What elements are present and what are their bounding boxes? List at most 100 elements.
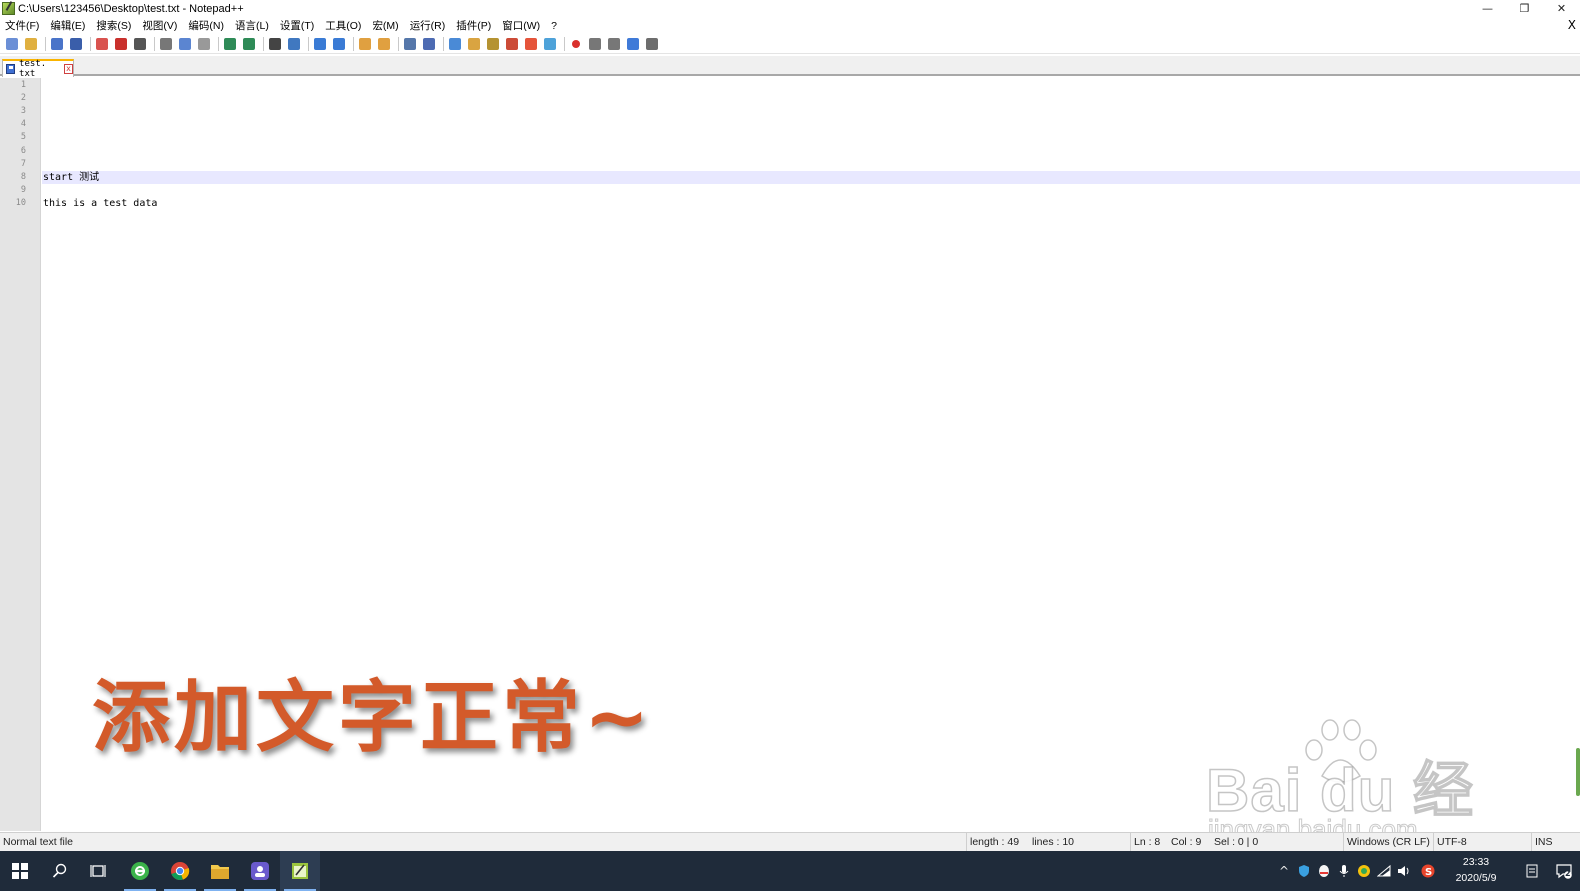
menu-help[interactable]: ? — [546, 20, 563, 32]
copy-icon — [179, 37, 191, 50]
minimize-button[interactable]: — — [1469, 0, 1506, 17]
menu-language[interactable]: 语言(L) — [230, 18, 275, 33]
indent-guide-icon — [449, 37, 461, 50]
indent-guide-button[interactable] — [447, 36, 463, 52]
monitor-button[interactable] — [542, 36, 558, 52]
taskbar-app-file-explorer[interactable] — [200, 851, 240, 891]
network-wifi-icon[interactable] — [1376, 863, 1392, 879]
code-line[interactable] — [42, 131, 1580, 144]
code-line[interactable] — [42, 79, 1580, 92]
window-controls: — ❐ ✕ — [1469, 0, 1580, 17]
save-button[interactable] — [49, 36, 65, 52]
undo-button[interactable] — [222, 36, 238, 52]
microphone-icon[interactable] — [1336, 863, 1352, 879]
zoom-in-button[interactable] — [312, 36, 328, 52]
scroll-indicator[interactable] — [1576, 748, 1580, 796]
notepad-plus-plus-icon — [2, 2, 15, 15]
new-file-button[interactable] — [4, 36, 20, 52]
green-app-tray-icon[interactable] — [1356, 863, 1372, 879]
taskbar-app-chrome[interactable] — [160, 851, 200, 891]
word-wrap-button[interactable] — [402, 36, 418, 52]
zoom-in-icon — [314, 37, 326, 50]
tab-bar: test. txt x — [0, 56, 1580, 79]
notification-center-icon[interactable]: 2 — [1556, 863, 1572, 879]
menu-view[interactable]: 视图(V) — [137, 18, 183, 33]
code-line[interactable]: this is a test data — [42, 197, 1580, 210]
tab-close-icon[interactable]: x — [63, 64, 74, 74]
find-button[interactable] — [267, 36, 283, 52]
menu-macro[interactable]: 宏(M) — [367, 18, 404, 33]
tab-test-txt[interactable]: test. txt x — [2, 59, 74, 79]
show-all-chars-button[interactable] — [421, 36, 437, 52]
menu-window[interactable]: 窗口(W) — [497, 18, 546, 33]
record-macro-button[interactable] — [568, 36, 584, 52]
menu-settings[interactable]: 设置(T) — [275, 18, 320, 33]
code-line[interactable] — [42, 158, 1580, 171]
menu-run[interactable]: 运行(R) — [405, 18, 452, 33]
current-code-line[interactable]: start 测试 — [42, 170, 1580, 184]
task-view-button[interactable] — [78, 851, 118, 891]
code-line[interactable] — [42, 145, 1580, 158]
sync-vertical-button[interactable] — [357, 36, 373, 52]
run-macro-multiple-button[interactable] — [625, 36, 641, 52]
folder-workspace-button[interactable] — [523, 36, 539, 52]
restore-button[interactable]: ❐ — [1506, 0, 1543, 17]
open-file-button[interactable] — [23, 36, 39, 52]
save-icon — [51, 37, 63, 50]
taskbar-app-browser-green[interactable] — [120, 851, 160, 891]
copy-button[interactable] — [177, 36, 193, 52]
notification-count: 2 — [1565, 869, 1571, 878]
menu-encoding[interactable]: 编码(N) — [183, 18, 230, 33]
search-button[interactable] — [40, 851, 80, 891]
play-macro-button[interactable] — [606, 36, 622, 52]
taskbar: ^ S 23:33 2020/5/9 2 — [0, 851, 1580, 891]
volume-icon[interactable] — [1396, 863, 1412, 879]
show-hidden-icons-button[interactable]: ^ — [1276, 863, 1292, 879]
taskbar-app-notepad-plus-plus[interactable] — [280, 851, 320, 891]
menu-file[interactable]: 文件(F) — [0, 18, 45, 33]
code-line[interactable] — [42, 92, 1580, 105]
close-all-icon — [115, 37, 127, 50]
close-document-button[interactable]: X — [1568, 17, 1576, 34]
start-button[interactable] — [0, 851, 40, 891]
window-title: C:\Users\123456\Desktop\test.txt - Notep… — [18, 2, 244, 15]
sync-horizontal-button[interactable] — [376, 36, 392, 52]
doc-map-button[interactable] — [485, 36, 501, 52]
stop-record-button[interactable] — [587, 36, 603, 52]
menu-tools[interactable]: 工具(O) — [320, 18, 367, 33]
toolbar-separator — [154, 36, 155, 51]
notes-icon[interactable] — [1524, 863, 1540, 879]
replace-button[interactable] — [286, 36, 302, 52]
cut-button[interactable] — [158, 36, 174, 52]
redo-button[interactable] — [241, 36, 257, 52]
folder-workspace-icon — [525, 37, 537, 50]
close-window-button[interactable]: ✕ — [1543, 0, 1580, 17]
menu-search[interactable]: 搜索(S) — [91, 18, 137, 33]
toolbar-separator — [218, 36, 219, 51]
paste-button[interactable] — [196, 36, 212, 52]
code-line[interactable] — [42, 184, 1580, 197]
sogou-input-icon[interactable]: S — [1420, 863, 1436, 879]
qq-tray-icon[interactable] — [1316, 863, 1332, 879]
close-button[interactable] — [94, 36, 110, 52]
save-all-button[interactable] — [68, 36, 84, 52]
print-button[interactable] — [132, 36, 148, 52]
system-clock[interactable]: 23:33 2020/5/9 — [1446, 854, 1506, 886]
user-lang-button[interactable] — [466, 36, 482, 52]
close-all-button[interactable] — [113, 36, 129, 52]
menu-edit[interactable]: 编辑(E) — [45, 18, 91, 33]
code-line[interactable] — [42, 118, 1580, 131]
taskbar-app-purple[interactable] — [240, 851, 280, 891]
status-encoding[interactable]: UTF-8 — [1433, 833, 1531, 852]
menu-plugins[interactable]: 插件(P) — [451, 18, 497, 33]
save-macro-button[interactable] — [644, 36, 660, 52]
security-shield-icon[interactable] — [1296, 863, 1312, 879]
toolbar-separator — [308, 36, 309, 51]
redo-icon — [243, 37, 255, 50]
function-list-button[interactable] — [504, 36, 520, 52]
task-view-icon — [90, 865, 106, 877]
code-line[interactable] — [42, 105, 1580, 118]
app-purple-icon — [251, 862, 269, 880]
zoom-out-button[interactable] — [331, 36, 347, 52]
status-eol[interactable]: Windows (CR LF) — [1343, 833, 1433, 852]
